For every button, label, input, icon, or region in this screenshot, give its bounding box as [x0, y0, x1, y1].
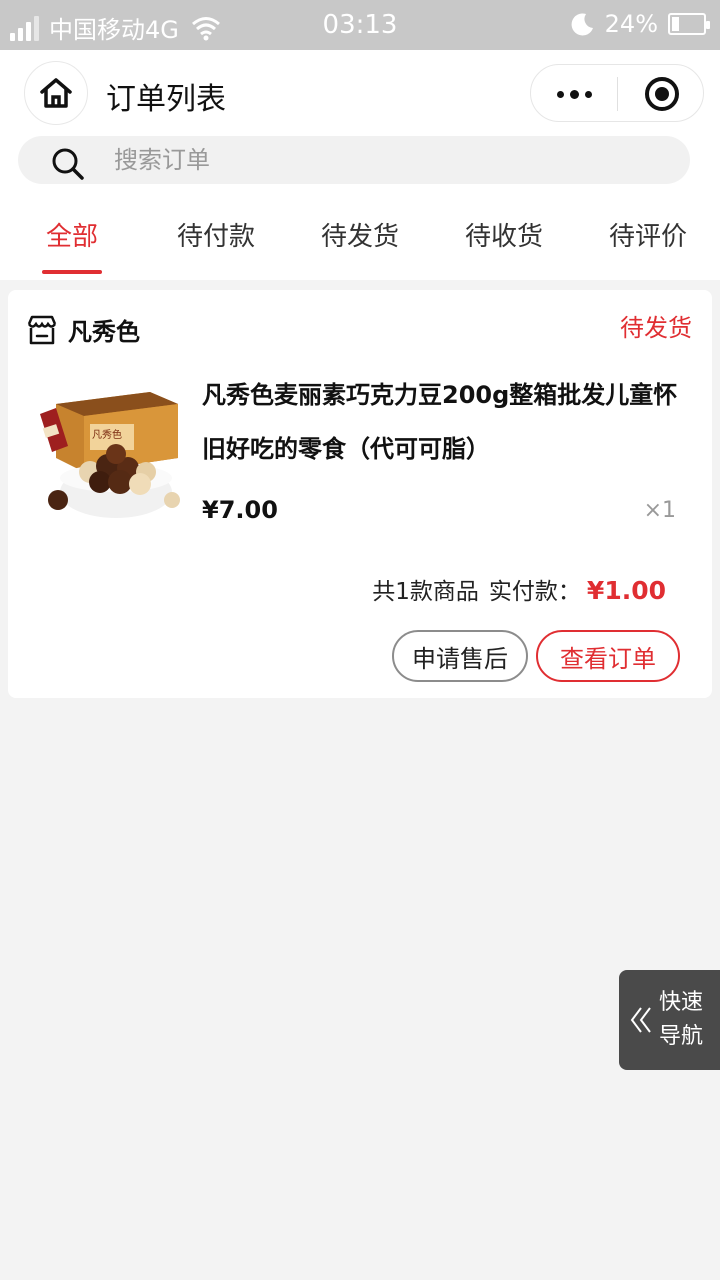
tab-label: 待付款	[176, 222, 255, 252]
miniprogram-capsule	[530, 64, 704, 122]
quick-nav-label: 快速导航	[659, 990, 704, 1049]
tab-pending-payment[interactable]: 待付款	[144, 208, 288, 280]
moon-icon	[571, 13, 593, 36]
store-icon	[27, 315, 57, 344]
shop-header[interactable]: 凡秀色	[26, 312, 140, 347]
search-tabs-area: 全部 待付款 待发货 待收货 待评价	[0, 136, 720, 280]
product-image[interactable]: 凡秀色	[32, 374, 184, 526]
status-right: 24%	[569, 10, 710, 38]
tab-label: 待收货	[464, 222, 543, 252]
more-dots-icon	[556, 90, 564, 98]
tab-pending-shipment[interactable]: 待发货	[288, 208, 432, 280]
order-summary: 共1款商品 实付款： ¥1.00	[372, 572, 666, 606]
after-sale-button[interactable]: 申请售后	[392, 630, 528, 682]
tab-all[interactable]: 全部	[0, 208, 144, 280]
home-icon	[40, 78, 72, 108]
box-brand-text: 凡秀色	[92, 428, 122, 441]
quick-nav-button[interactable]: 快速导航	[619, 970, 720, 1070]
status-bar: 中国移动4G 03:13 24%	[0, 0, 720, 50]
target-icon	[644, 77, 679, 111]
search-bar[interactable]	[18, 136, 690, 184]
product-title[interactable]: 凡秀色麦丽素巧克力豆200g整箱批发儿童怀旧好吃的零食（代可可脂）	[202, 368, 692, 476]
shop-name: 凡秀色	[68, 318, 140, 346]
tab-pending-receipt[interactable]: 待收货	[432, 208, 576, 280]
home-button[interactable]	[24, 61, 88, 125]
item-count: 共1款商品	[372, 579, 479, 605]
tab-label: 待发货	[320, 222, 399, 252]
paid-amount: ¥1.00	[586, 576, 666, 605]
battery-percent: 24%	[604, 10, 658, 38]
tab-label: 全部	[45, 222, 98, 252]
tab-pending-review[interactable]: 待评价	[576, 208, 720, 280]
nav-bar: 订单列表	[0, 50, 720, 136]
search-input[interactable]	[114, 140, 654, 180]
product-price: ¥7.00	[202, 496, 278, 524]
search-icon	[52, 148, 84, 180]
more-button[interactable]	[531, 65, 617, 123]
order-tabs: 全部 待付款 待发货 待收货 待评价	[0, 208, 720, 280]
view-order-button[interactable]: 查看订单	[536, 630, 680, 682]
order-status-badge: 待发货	[620, 314, 692, 342]
close-miniprogram-button[interactable]	[618, 65, 705, 123]
product-quantity: ×1	[643, 498, 676, 523]
battery-icon	[668, 13, 710, 35]
page-title: 订单列表	[106, 82, 226, 117]
paid-label: 实付款：	[488, 579, 581, 605]
active-tab-indicator	[42, 270, 102, 274]
tab-label: 待评价	[608, 222, 687, 252]
double-chevron-left-icon	[630, 1007, 651, 1033]
order-card[interactable]: 凡秀色 待发货 凡秀色 凡秀色麦丽素巧克力豆200g整箱批发儿童怀旧好吃的零食（…	[8, 290, 712, 698]
